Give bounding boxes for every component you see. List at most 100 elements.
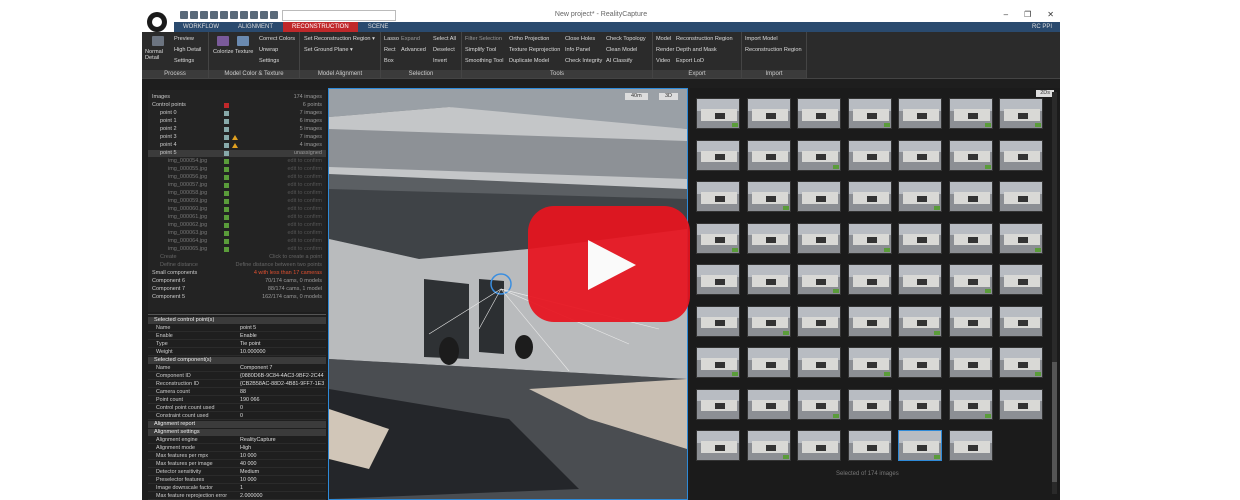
- high-detail-button[interactable]: High Detail: [174, 47, 201, 53]
- image-thumbnail[interactable]: [696, 305, 740, 337]
- duplicate-model-button[interactable]: Duplicate Model: [509, 58, 549, 64]
- image-thumbnail[interactable]: [948, 264, 993, 295]
- image-thumbnail[interactable]: [898, 388, 942, 420]
- ai-classify-button[interactable]: AI Classify: [606, 58, 632, 64]
- property-value[interactable]: 2.000000: [240, 493, 324, 500]
- smoothing-tool-button[interactable]: Smoothing Tool: [465, 58, 503, 64]
- search-input[interactable]: [282, 10, 396, 21]
- advanced-button[interactable]: Advanced: [401, 47, 426, 53]
- invert-button[interactable]: Invert: [433, 58, 447, 64]
- property-value[interactable]: {0880D6B-9C84-4AC3-9BF2-2C447...: [240, 373, 324, 380]
- box-button[interactable]: Box: [384, 58, 394, 64]
- texture-button[interactable]: Texture: [235, 49, 253, 55]
- tree-item[interactable]: point 5 unassigned: [148, 150, 326, 157]
- image-thumbnail[interactable]: [797, 264, 841, 295]
- image-thumbnail[interactable]: [746, 388, 791, 420]
- tree-item[interactable]: img_000056.jpg edit to confirm: [148, 174, 326, 181]
- status-checkbox[interactable]: [224, 231, 229, 236]
- image-thumbnail[interactable]: [746, 430, 791, 461]
- render-button[interactable]: Render: [656, 47, 674, 53]
- image-thumbnail[interactable]: [746, 181, 791, 212]
- tree-item[interactable]: Define distance Define distance between t…: [148, 262, 326, 269]
- property-value[interactable]: Enable: [240, 333, 324, 340]
- image-thumbnail[interactable]: [797, 347, 841, 378]
- play-button[interactable]: [528, 206, 690, 322]
- status-checkbox[interactable]: [224, 247, 229, 252]
- status-checkbox[interactable]: [224, 159, 229, 164]
- image-thumbnail[interactable]: [847, 430, 892, 461]
- new-icon[interactable]: [180, 11, 188, 19]
- image-thumbnail[interactable]: [847, 222, 892, 254]
- image-thumbnail[interactable]: [898, 347, 942, 378]
- image-thumbnail[interactable]: [999, 181, 1043, 212]
- image-thumbnail[interactable]: [797, 388, 841, 420]
- view-mode-label[interactable]: 3D: [659, 93, 679, 100]
- property-value[interactable]: 10.000000: [240, 349, 324, 356]
- image-thumbnail[interactable]: [847, 139, 892, 171]
- tree-item[interactable]: point 3 7 images: [148, 134, 326, 141]
- status-checkbox[interactable]: [224, 127, 229, 132]
- image-thumbnail[interactable]: [948, 388, 993, 420]
- image-thumbnail[interactable]: [746, 98, 791, 129]
- image-thumbnail[interactable]: [746, 222, 791, 254]
- image-thumbnail[interactable]: [797, 430, 841, 461]
- clean-model-button[interactable]: Clean Model: [606, 47, 637, 53]
- export-model-button[interactable]: Model: [656, 36, 671, 42]
- save-icon[interactable]: [200, 11, 208, 19]
- property-value[interactable]: 0: [240, 413, 324, 420]
- image-thumbnail[interactable]: [746, 139, 791, 171]
- image-thumbnail[interactable]: [797, 181, 841, 212]
- tree-item[interactable]: Component 7 88/174 cams, 1 model: [148, 286, 326, 293]
- image-thumbnail[interactable]: [948, 139, 993, 171]
- property-value[interactable]: point 5: [240, 325, 324, 332]
- section-selected-control-points[interactable]: Selected control point(s): [148, 317, 326, 324]
- tab-alignment[interactable]: ALIGNMENT: [229, 22, 283, 32]
- image-thumbnail[interactable]: [948, 347, 993, 378]
- image-thumbnail[interactable]: [696, 264, 740, 295]
- tree-item[interactable]: img_000059.jpg edit to confirm: [148, 198, 326, 205]
- image-thumbnail[interactable]: [999, 305, 1043, 337]
- image-thumbnail[interactable]: [898, 139, 942, 171]
- tree-item[interactable]: Component 5 162/174 cams, 0 models: [148, 294, 326, 301]
- property-value[interactable]: 10 000: [240, 453, 324, 460]
- status-checkbox[interactable]: [224, 207, 229, 212]
- texture-reprojection-button[interactable]: Texture Reprojection: [509, 47, 560, 53]
- image-thumbnail[interactable]: [847, 388, 892, 420]
- image-thumbnail[interactable]: [847, 98, 892, 129]
- image-thumbnail[interactable]: [797, 305, 841, 337]
- status-checkbox[interactable]: [224, 199, 229, 204]
- status-checkbox[interactable]: [224, 175, 229, 180]
- colorize-button[interactable]: Colorize: [213, 49, 234, 55]
- image-thumbnail[interactable]: [999, 222, 1043, 254]
- status-checkbox[interactable]: [224, 167, 229, 172]
- image-thumbnail[interactable]: [847, 181, 892, 212]
- layout2-icon[interactable]: [220, 11, 228, 19]
- tree-item[interactable]: img_000054.jpg edit to confirm: [148, 158, 326, 165]
- tree-item[interactable]: Images 174 images: [148, 94, 326, 101]
- tree-item[interactable]: img_000058.jpg edit to confirm: [148, 190, 326, 197]
- set-ground-plane-button[interactable]: Set Ground Plane ▾: [304, 47, 353, 53]
- image-thumbnail[interactable]: [898, 181, 942, 212]
- tab-scene[interactable]: SCENE: [358, 22, 398, 32]
- open-icon[interactable]: [190, 11, 198, 19]
- tree-item[interactable]: Create Click to create a point: [148, 254, 326, 261]
- preview-button[interactable]: Preview: [174, 36, 194, 42]
- section-alignment-settings[interactable]: Alignment settings: [148, 429, 326, 436]
- image-thumbnail[interactable]: [797, 139, 841, 171]
- image-thumbnail[interactable]: [696, 181, 740, 212]
- lasso-button[interactable]: Lasso: [384, 36, 399, 42]
- image-thumbnail[interactable]: [797, 98, 841, 129]
- correct-colors-button[interactable]: Correct Colors: [259, 36, 295, 42]
- set-reconstruction-region-button[interactable]: Set Reconstruction Region ▾: [304, 36, 375, 42]
- image-thumbnail[interactable]: [746, 305, 791, 337]
- image-thumbnail[interactable]: [898, 305, 942, 337]
- image-thumbnail[interactable]: [999, 139, 1043, 171]
- tab-workflow[interactable]: WORKFLOW: [174, 22, 228, 32]
- unwrap-button[interactable]: Unwrap: [259, 47, 278, 53]
- image-thumbnail[interactable]: [999, 388, 1043, 420]
- tree-item[interactable]: img_000062.jpg edit to confirm: [148, 222, 326, 229]
- expand-button[interactable]: Expand: [401, 36, 420, 42]
- image-thumbnail[interactable]: [898, 98, 942, 129]
- image-thumbnail[interactable]: [999, 347, 1043, 378]
- property-value[interactable]: 40 000: [240, 461, 324, 468]
